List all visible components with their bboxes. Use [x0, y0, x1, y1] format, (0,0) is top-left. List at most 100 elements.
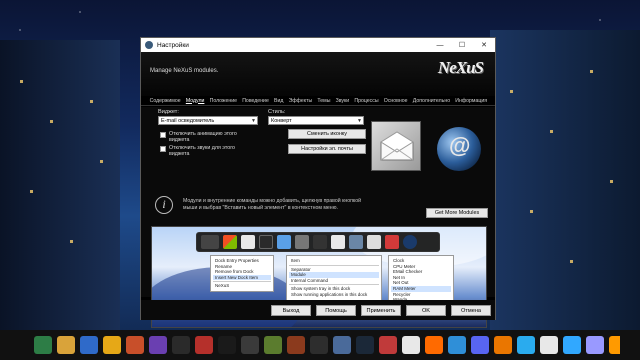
exit-button[interactable]: Выход [271, 305, 311, 316]
nexus-dock-icon [201, 235, 219, 249]
widget-label: Виджет: [158, 109, 179, 115]
checkbox-box[interactable] [160, 146, 166, 152]
window-title: Настройки [157, 41, 189, 49]
menu-separator [289, 264, 379, 266]
tab-modules[interactable]: Модули [183, 98, 207, 104]
menu-item[interactable]: Internal Command [289, 278, 379, 284]
calendar-icon [367, 235, 381, 249]
menu-item[interactable]: Item [289, 258, 379, 264]
blender-icon[interactable] [494, 336, 512, 354]
globe-icon [403, 235, 417, 249]
app-icon [145, 41, 153, 49]
nexus-logo: NeXuS [437, 58, 484, 77]
discord-icon[interactable] [471, 336, 489, 354]
game-icon[interactable] [425, 336, 443, 354]
footer-bar: Выход Помощь Применить OK Отмена [141, 300, 495, 320]
envelope-icon [380, 131, 414, 161]
settings-window: Настройки — ☐ ✕ Manage NeXuS modules. Ne… [140, 37, 496, 328]
menu-item[interactable]: NeXuS [213, 283, 271, 289]
maximize-button[interactable]: ☐ [451, 41, 473, 49]
checkbox-box[interactable] [160, 132, 166, 138]
change-icon-button[interactable]: Сменить иконку [288, 129, 366, 139]
browser-icon[interactable] [80, 336, 98, 354]
style-select[interactable]: Конверт ▼ [268, 116, 364, 125]
game-icon[interactable] [379, 336, 397, 354]
app-icon[interactable] [448, 336, 466, 354]
title-bar: Настройки — ☐ ✕ [141, 38, 495, 52]
disable-sounds-label: Отключить звуки для этого виджета [169, 145, 235, 157]
game-icon[interactable] [287, 336, 305, 354]
header: Manage NeXuS modules. NeXuS [141, 52, 495, 96]
recycle-bin-icon [277, 235, 291, 249]
game-icon[interactable] [195, 336, 213, 354]
mail-settings-button[interactable]: Настройки эл. почты [288, 144, 366, 154]
game-icon[interactable] [241, 336, 259, 354]
game-icon[interactable] [172, 336, 190, 354]
telegram-icon[interactable] [517, 336, 535, 354]
photoshop-icon[interactable] [563, 336, 581, 354]
modules-panel: Виджет: E-mail осведомитель ▼ Стиль: Конв… [141, 107, 495, 328]
spider-icon [313, 235, 327, 249]
chevron-down-icon: ▼ [251, 118, 256, 124]
game-icon[interactable] [149, 336, 167, 354]
taskbar [0, 330, 640, 360]
style-value: Конверт [271, 118, 292, 124]
windows-icon [223, 235, 237, 249]
get-more-modules-button[interactable]: Get More Modules [426, 208, 488, 218]
game-icon[interactable] [310, 336, 328, 354]
widget-value: E-mail осведомитель [161, 118, 215, 124]
game-icon[interactable] [333, 336, 351, 354]
tab-content[interactable]: Содержимое [147, 98, 183, 104]
folder-icon[interactable] [57, 336, 75, 354]
tab-processes[interactable]: Процессы [352, 98, 381, 104]
ok-button[interactable]: OK [406, 305, 446, 316]
weather-icon [349, 235, 363, 249]
tab-info[interactable]: Информация [453, 98, 490, 104]
apply-button[interactable]: Применить [361, 305, 401, 316]
envelope-preview-icon [371, 121, 421, 171]
desktop-building-left [0, 40, 120, 330]
tab-sounds[interactable]: Звуки [333, 98, 352, 104]
envelope-icon [331, 235, 345, 249]
chevron-down-icon: ▼ [357, 118, 362, 124]
game-icon[interactable] [264, 336, 282, 354]
media-icon[interactable] [103, 336, 121, 354]
tab-bar: Содержимое Модули Положение Поведение Ви… [141, 96, 495, 106]
taskbar-app-icon[interactable] [34, 336, 52, 354]
app-icon[interactable] [540, 336, 558, 354]
calendar-icon [241, 235, 255, 249]
tab-effects[interactable]: Эффекты [286, 98, 315, 104]
tab-advanced[interactable]: Дополнительно [410, 98, 453, 104]
disable-animation-checkbox[interactable]: Отключить анимацию этого виджета [160, 131, 252, 143]
tab-position[interactable]: Положение [207, 98, 240, 104]
context-menu-insert: Item Separator Module Internal Command S… [286, 255, 382, 301]
ram-meter-icon [295, 235, 309, 249]
menu-item[interactable]: Show running applications in this dock [289, 292, 379, 298]
style-label: Стиль: [268, 109, 286, 115]
widget-select[interactable]: E-mail осведомитель ▼ [158, 116, 258, 125]
game-icon[interactable] [218, 336, 236, 354]
cancel-button[interactable]: Отмена [451, 305, 491, 316]
tab-behavior[interactable]: Поведение [240, 98, 272, 104]
menu-separator [213, 281, 271, 283]
minimize-button[interactable]: — [429, 42, 451, 49]
tab-view[interactable]: Вид [271, 98, 286, 104]
launcher-icon[interactable] [402, 336, 420, 354]
disable-sounds-checkbox[interactable]: Отключить звуки для этого виджета [160, 145, 252, 157]
email-globe-icon: @ [437, 127, 481, 171]
close-button[interactable]: ✕ [473, 41, 495, 49]
spacer-icon [259, 235, 273, 249]
steam-icon[interactable] [356, 336, 374, 354]
hint-text: Модули и внутренние команды можно добави… [183, 198, 362, 211]
preview-dock [196, 232, 440, 252]
menu-separator [289, 284, 379, 286]
game-icon[interactable] [126, 336, 144, 354]
help-button[interactable]: Помощь [316, 305, 356, 316]
tab-themes[interactable]: Темы [315, 98, 333, 104]
menu-item[interactable]: Insert New Dock Item [213, 274, 271, 281]
tab-general[interactable]: Основное [381, 98, 410, 104]
premiere-icon[interactable] [586, 336, 604, 354]
header-subtitle: Manage NeXuS modules. [150, 68, 219, 74]
gift-icon [385, 235, 399, 249]
context-menu-dock: Dock Entry Properties Rename Remove from… [210, 255, 274, 292]
